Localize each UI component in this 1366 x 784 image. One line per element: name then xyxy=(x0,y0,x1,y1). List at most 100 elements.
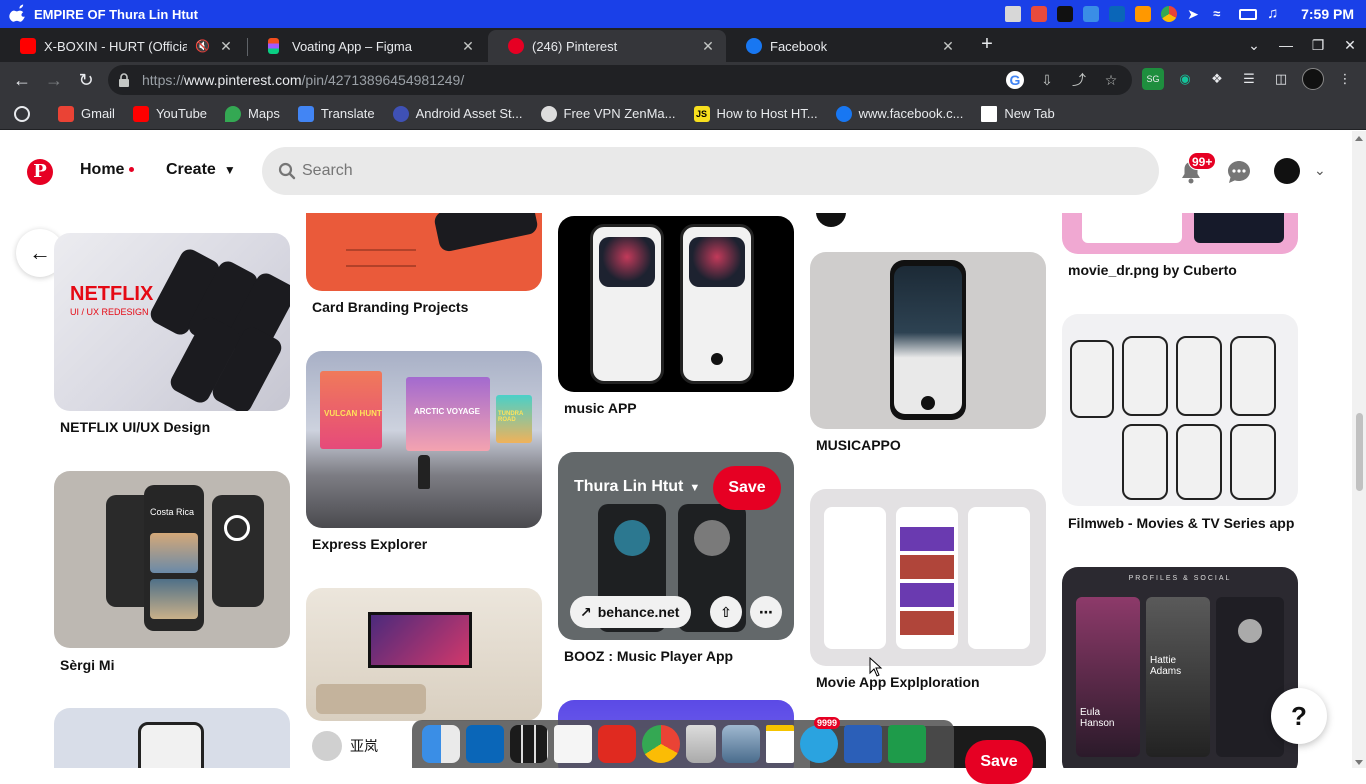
pin-movie-dr[interactable] xyxy=(1062,213,1298,254)
restore-icon[interactable]: ❐ xyxy=(1302,37,1334,54)
pin-profiles-social[interactable]: PROFILES & SOCIAL Eula Hanson Hattie Ada… xyxy=(1062,567,1298,768)
bookmark-host-html[interactable]: JS How to Host HT... xyxy=(693,105,818,122)
battery-icon[interactable] xyxy=(1239,8,1258,20)
pin-asia[interactable] xyxy=(54,708,290,768)
tab-audio-icon[interactable]: 🔇 xyxy=(195,39,210,53)
pin-movie-app[interactable] xyxy=(810,489,1046,666)
new-tab-button[interactable]: + xyxy=(976,34,998,56)
pin-title[interactable]: Sèrgi Mi xyxy=(60,657,114,673)
bookmark-zenmate[interactable]: Free VPN ZenMa... xyxy=(540,105,676,122)
board-selector[interactable]: Thura Lin Htut ▼ xyxy=(574,478,700,496)
share-button[interactable]: ⇧ xyxy=(710,596,742,628)
pin-title[interactable]: movie_dr.png by Cuberto xyxy=(1068,262,1237,278)
chrome-icon[interactable] xyxy=(1161,6,1178,22)
share-icon[interactable]: ⤴ xyxy=(1070,71,1088,89)
more-options-button[interactable]: ⋯ xyxy=(750,596,782,628)
pin-title[interactable]: NETFLIX UI/UX Design xyxy=(60,419,210,435)
word-icon[interactable] xyxy=(844,725,882,763)
pin-sergi[interactable]: Costa Rica xyxy=(54,471,290,648)
reading-list-icon[interactable]: ☰ xyxy=(1238,68,1260,90)
extensions-puzzle-icon[interactable]: ❖ xyxy=(1206,68,1228,90)
menu-kebab-icon[interactable]: ⋮ xyxy=(1334,68,1356,90)
bookmark-android-asset[interactable]: Android Asset St... xyxy=(392,105,523,122)
scrollbar-thumb[interactable] xyxy=(1356,413,1363,491)
pin-title[interactable]: BOOZ : Music Player App xyxy=(564,648,733,664)
tab-figma[interactable]: Voating App – Figma ✕ xyxy=(248,30,486,62)
scroll-down-arrow[interactable] xyxy=(1355,760,1363,765)
bookmark-new-tab[interactable]: New Tab xyxy=(981,105,1055,122)
side-panel-icon[interactable]: ◫ xyxy=(1270,68,1292,90)
pin-card-branding[interactable] xyxy=(306,213,542,291)
seo-extension-icon[interactable]: SG xyxy=(1142,68,1164,90)
notes-icon[interactable] xyxy=(766,725,794,763)
pin-music-app[interactable] xyxy=(558,216,794,392)
pin-title[interactable]: Movie App Explploration xyxy=(816,674,980,690)
wifi-icon[interactable]: ≈ xyxy=(1213,6,1229,22)
close-icon[interactable]: ✕ xyxy=(700,38,716,54)
tab-facebook[interactable]: Facebook ✕ xyxy=(726,30,966,62)
google-lens-icon[interactable]: G xyxy=(1006,71,1024,89)
forward-icon[interactable]: → xyxy=(42,68,66,92)
apps-globe-icon[interactable] xyxy=(14,105,30,122)
clock[interactable]: 7:59 PM xyxy=(1301,6,1354,22)
spreadsheet-icon[interactable] xyxy=(888,725,926,763)
profile-icon[interactable] xyxy=(1302,68,1324,90)
help-button[interactable]: ? xyxy=(1271,688,1327,744)
pin-booz-hovered[interactable]: Thura Lin Htut ▼ Save ↗ behance.net ⇧ ⋯ xyxy=(558,452,794,640)
pin-title[interactable]: music APP xyxy=(564,400,637,416)
tab-youtube[interactable]: X-BOXIN - HURT (Official M 🔇 ✕ xyxy=(0,30,244,62)
apple-icon[interactable] xyxy=(8,4,28,24)
chevron-down-icon[interactable]: ⌄ xyxy=(1314,162,1326,179)
bookmark-star-icon[interactable]: ☆ xyxy=(1102,71,1120,89)
search-bar[interactable] xyxy=(262,147,1159,195)
tab-search-icon[interactable]: ⌄ xyxy=(1238,37,1270,54)
bookmark-translate[interactable]: Translate xyxy=(297,105,375,122)
finder-icon[interactable] xyxy=(1083,6,1100,22)
avatar[interactable] xyxy=(1274,158,1300,184)
pin-title[interactable]: Filmweb - Movies & TV Series app xyxy=(1068,515,1294,531)
tab-pinterest[interactable]: (246) Pinterest ✕ xyxy=(488,30,726,62)
scroll-up-arrow[interactable] xyxy=(1355,136,1363,141)
address-bar[interactable]: https://www.pinterest.com/pin/4271389645… xyxy=(108,65,1132,95)
printer-icon[interactable] xyxy=(1005,6,1022,22)
pinterest-logo-icon[interactable] xyxy=(27,159,53,185)
page-scrollbar[interactable] xyxy=(1352,131,1366,768)
pdf-reader-icon[interactable] xyxy=(598,725,636,763)
close-icon[interactable]: ✕ xyxy=(460,38,476,54)
pin-author[interactable]: 亚岚 xyxy=(312,730,378,762)
save-button[interactable]: Save xyxy=(965,740,1033,784)
vscode-icon[interactable] xyxy=(466,725,504,763)
pin-netflix[interactable]: NETFLIX UI / UX REDESIGN xyxy=(54,233,290,411)
source-link[interactable]: ↗ behance.net xyxy=(570,596,692,628)
chrome-icon[interactable] xyxy=(642,725,680,763)
app-icon-red[interactable] xyxy=(1031,6,1048,22)
install-icon[interactable]: ⇩ xyxy=(1038,71,1056,89)
pin-musicappo[interactable] xyxy=(810,252,1046,429)
pin-title[interactable]: MUSICAPPO xyxy=(816,437,901,453)
close-icon[interactable]: ✕ xyxy=(218,38,234,54)
pin-title[interactable]: Express Explorer xyxy=(312,536,427,552)
bookmark-gmail[interactable]: Gmail xyxy=(58,105,115,122)
save-button[interactable]: Save xyxy=(713,466,781,510)
terminal-icon[interactable] xyxy=(1057,6,1074,22)
preview-icon[interactable] xyxy=(722,725,760,763)
nav-home[interactable]: Home xyxy=(80,161,135,179)
url-text[interactable]: https://www.pinterest.com/pin/4271389645… xyxy=(142,72,464,88)
pin-title[interactable]: Card Branding Projects xyxy=(312,299,468,315)
grammarly-icon[interactable]: ◉ xyxy=(1174,68,1196,90)
pin-express-explorer[interactable]: VULCAN HUNT ARCTIC VOYAGE TUNDRA ROAD xyxy=(306,351,542,528)
telegram-icon[interactable]: ➤ xyxy=(1187,6,1203,22)
music-icon[interactable]: ♫ xyxy=(1267,6,1283,22)
pin-room-screen[interactable] xyxy=(306,588,542,721)
back-icon[interactable]: ← xyxy=(10,68,34,92)
minimize-icon[interactable]: — xyxy=(1270,37,1302,53)
vscode-icon[interactable] xyxy=(1109,6,1126,22)
textedit-icon[interactable] xyxy=(554,725,592,763)
nav-create[interactable]: Create ▼ xyxy=(166,161,236,179)
sublime-icon[interactable] xyxy=(1135,6,1152,22)
mission-control-icon[interactable] xyxy=(510,725,548,763)
pin-filmweb[interactable] xyxy=(1062,314,1298,506)
bookmark-facebook[interactable]: www.facebook.c... xyxy=(835,105,963,122)
search-input[interactable] xyxy=(302,157,1122,185)
bookmark-maps[interactable]: Maps xyxy=(225,105,280,122)
